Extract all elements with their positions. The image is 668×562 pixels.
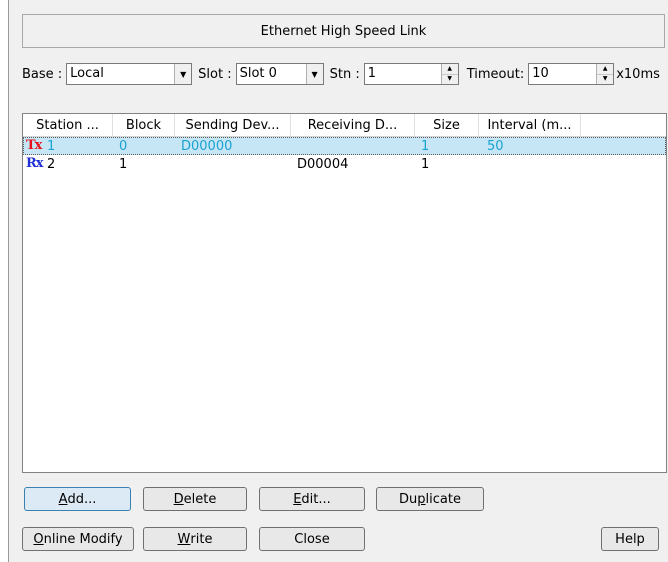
- write-button-label: rite: [190, 531, 213, 547]
- duplicate-button[interactable]: Du p licate: [376, 487, 484, 511]
- base-select[interactable]: Local ▼: [66, 63, 193, 85]
- duplicate-button-label-pre: Du: [399, 491, 418, 507]
- block-cell: 0: [119, 138, 128, 154]
- timeout-value: 10: [532, 66, 549, 81]
- close-button[interactable]: Close: [259, 527, 365, 551]
- add-button-label: dd...: [67, 491, 97, 507]
- table-row[interactable]: Rx 2 1 D00004 1: [23, 155, 666, 173]
- timeout-unit-label: x10ms: [616, 66, 660, 82]
- interval-cell: 50: [487, 138, 504, 154]
- duplicate-button-hotkey: p: [417, 491, 426, 507]
- spin-up-down-icon[interactable]: ▲ ▼: [440, 64, 458, 84]
- column-header-sending-device[interactable]: Sending Dev...: [175, 114, 291, 136]
- tx-icon: Tx: [26, 138, 42, 153]
- table-row[interactable]: Tx 1 0 D00000 1 50: [23, 137, 666, 155]
- receiving-device-cell: D00004: [297, 156, 349, 172]
- online-modify-button-label: nline Modify: [43, 531, 123, 547]
- base-value: Local: [70, 66, 104, 81]
- stn-label: Stn :: [329, 66, 360, 82]
- help-button[interactable]: Help: [601, 527, 659, 551]
- help-button-label: Help: [615, 531, 645, 547]
- duplicate-button-label: licate: [425, 491, 461, 507]
- chevron-down-icon[interactable]: ▼: [174, 64, 192, 84]
- online-modify-button-hotkey: O: [33, 531, 44, 547]
- delete-button-label: elete: [183, 491, 217, 507]
- size-cell: 1: [421, 138, 430, 154]
- timeout-label: Timeout:: [466, 66, 525, 82]
- dialog-window: Ethernet High Speed Link Base : Local ▼ …: [8, 0, 668, 562]
- slot-value: Slot 0: [239, 66, 277, 81]
- column-header-interval[interactable]: Interval (m...: [479, 114, 581, 136]
- dialog-title: Ethernet High Speed Link: [22, 14, 665, 48]
- sending-device-cell: D00000: [181, 138, 233, 154]
- column-header-block[interactable]: Block: [113, 114, 175, 136]
- column-header-receiving-device[interactable]: Receiving D...: [291, 114, 415, 136]
- edit-button[interactable]: Edit...: [259, 487, 365, 511]
- base-label: Base :: [22, 66, 63, 82]
- delete-button[interactable]: Delete: [143, 487, 247, 511]
- close-button-label: Close: [294, 531, 330, 547]
- slot-select[interactable]: Slot 0 ▼: [235, 63, 324, 85]
- spin-up-down-icon[interactable]: ▲ ▼: [596, 64, 614, 84]
- chevron-down-icon[interactable]: ▼: [305, 64, 323, 84]
- list-header: Station ... Block Sending Dev... Receivi…: [23, 114, 666, 137]
- timeout-spinbox[interactable]: 10 ▲ ▼: [528, 63, 615, 85]
- link-list[interactable]: Station ... Block Sending Dev... Receivi…: [22, 113, 667, 473]
- column-header-station[interactable]: Station ...: [23, 114, 113, 136]
- settings-row: Base : Local ▼ Slot : Slot 0 ▼ Stn : 1 ▲…: [22, 62, 668, 86]
- delete-button-hotkey: D: [173, 491, 184, 507]
- edit-button-hotkey: E: [293, 491, 302, 507]
- add-button-hotkey: A: [58, 491, 68, 507]
- column-header-filler: [581, 114, 666, 136]
- block-cell: 1: [119, 156, 128, 172]
- rx-icon: Rx: [26, 156, 44, 171]
- write-button-hotkey: W: [177, 531, 191, 547]
- size-cell: 1: [421, 156, 430, 172]
- column-header-size[interactable]: Size: [415, 114, 479, 136]
- stn-spinbox[interactable]: 1 ▲ ▼: [363, 63, 459, 85]
- add-button[interactable]: Add...: [24, 487, 131, 511]
- stn-value: 1: [367, 66, 376, 81]
- write-button[interactable]: Write: [143, 527, 247, 551]
- slot-label: Slot :: [198, 66, 232, 82]
- online-modify-button[interactable]: Online Modify: [22, 527, 134, 551]
- edit-button-label: dit...: [301, 491, 331, 507]
